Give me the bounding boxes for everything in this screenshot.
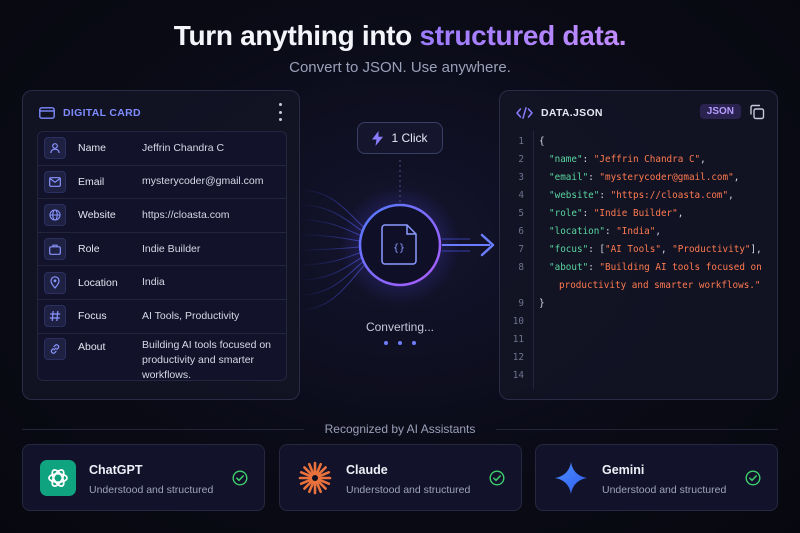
field-value: mysterycoder@gmail.com xyxy=(142,175,264,188)
gemini-logo-icon xyxy=(555,462,587,494)
field-label: Name xyxy=(78,142,107,155)
mail-icon xyxy=(44,170,66,193)
hero-title-plain: Turn anything into xyxy=(173,20,420,51)
line-number: 9 xyxy=(518,298,524,309)
code-text: "website": "https://cloasta.com", xyxy=(549,190,734,201)
line-number: 1 xyxy=(518,136,524,147)
field-row-website: Website https://cloasta.com xyxy=(38,199,286,233)
converting-status: Converting... xyxy=(365,320,435,334)
field-value: India xyxy=(142,276,165,289)
claude-logo-icon xyxy=(298,461,332,495)
line-number: 6 xyxy=(518,226,524,237)
code-text: "about": "Building AI tools focused on xyxy=(549,262,762,273)
assistant-desc: Understood and structured xyxy=(89,484,214,496)
link-icon xyxy=(44,337,66,360)
line-number: 5 xyxy=(518,208,524,219)
field-label: Email xyxy=(78,175,105,188)
code-text: "email": "mysterycoder@gmail.com", xyxy=(549,172,740,183)
line-number: 14 xyxy=(512,370,524,381)
json-key: "name" xyxy=(549,154,583,165)
code-text: } xyxy=(539,298,545,309)
recognized-heading: Recognized by AI Assistants xyxy=(324,422,476,436)
field-value: https://cloasta.com xyxy=(142,208,230,221)
hash-icon xyxy=(44,305,66,328)
code-text: "location": "India", xyxy=(549,226,661,237)
json-panel-title: DATA.JSON xyxy=(541,107,603,119)
globe-icon xyxy=(44,204,66,227)
field-value: Building AI tools focused on productivit… xyxy=(142,338,272,381)
copy-icon[interactable] xyxy=(749,104,765,120)
line-number: 7 xyxy=(518,244,524,255)
json-value: "Jeffrin Chandra C" xyxy=(593,154,701,165)
field-label: Role xyxy=(78,243,100,256)
chatgpt-logo-icon xyxy=(40,460,76,496)
loading-dots xyxy=(384,341,416,345)
check-circle-icon xyxy=(232,470,248,486)
field-label: About xyxy=(78,340,106,353)
code-text: productivity and smarter workflows." xyxy=(559,280,761,291)
user-icon xyxy=(44,137,66,160)
code-text: "name": "Jeffrin Chandra C", xyxy=(549,154,706,165)
code-text: "role": "Indie Builder", xyxy=(549,208,684,219)
line-number: 8 xyxy=(518,262,524,273)
field-row-about: About Building AI tools focused on produ… xyxy=(38,334,286,381)
field-row-location: Location India xyxy=(38,266,286,300)
line-number: 2 xyxy=(518,154,524,165)
check-circle-icon xyxy=(745,470,761,486)
json-panel-header: DATA.JSON xyxy=(516,105,603,121)
assistant-desc: Understood and structured xyxy=(602,484,727,496)
card-icon xyxy=(39,107,55,119)
hero-title: Turn anything into structured data. xyxy=(0,20,800,52)
field-row-name: Name Jeffrin Chandra C xyxy=(38,132,286,166)
line-number: 10 xyxy=(512,316,524,327)
field-row-focus: Focus AI Tools, Productivity xyxy=(38,300,286,334)
field-row-role: Role Indie Builder xyxy=(38,233,286,267)
code-text: { xyxy=(539,136,545,147)
field-value: Jeffrin Chandra C xyxy=(142,141,225,154)
field-label: Website xyxy=(78,209,116,222)
lightning-icon xyxy=(372,130,384,146)
field-value: Indie Builder xyxy=(142,242,201,255)
line-number: 12 xyxy=(512,352,524,363)
json-panel: DATA.JSON JSON 1 { 2 "name": "Jeffrin Ch… xyxy=(499,90,778,400)
line-number: 4 xyxy=(518,190,524,201)
svg-text:{}: {} xyxy=(393,243,405,254)
assistant-desc: Understood and structured xyxy=(346,484,471,496)
line-number: 11 xyxy=(512,334,524,345)
hero-subtitle: Convert to JSON. Use anywhere. xyxy=(289,59,511,76)
field-value: AI Tools, Productivity xyxy=(142,309,240,322)
line-number: 3 xyxy=(518,172,524,183)
more-options-icon[interactable] xyxy=(277,103,283,121)
json-code-area: 1 { 2 "name": "Jeffrin Chandra C", 3 "em… xyxy=(512,131,768,389)
field-label: Focus xyxy=(78,310,107,323)
code-text: "focus": ["AI Tools", "Productivity"], xyxy=(549,244,762,255)
assistant-name: ChatGPT xyxy=(89,463,143,477)
one-click-label: 1 Click xyxy=(391,131,428,145)
assistant-card-gemini[interactable]: Gemini Understood and structured xyxy=(535,444,778,511)
check-circle-icon xyxy=(489,470,505,486)
assistant-card-claude[interactable]: Claude Understood and structured xyxy=(279,444,522,511)
assistant-card-chatgpt[interactable]: ChatGPT Understood and structured xyxy=(22,444,265,511)
briefcase-icon xyxy=(44,238,66,261)
digital-card-panel: DIGITAL CARD Name Jeffrin Chandra C Emai… xyxy=(22,90,300,400)
json-badge: JSON xyxy=(699,104,741,119)
code-icon xyxy=(516,107,533,119)
field-row-email: Email mysterycoder@gmail.com xyxy=(38,166,286,200)
digital-card-title: DIGITAL CARD xyxy=(63,107,141,119)
card-fields: Name Jeffrin Chandra C Email mysterycode… xyxy=(37,131,287,381)
assistant-name: Claude xyxy=(346,463,388,477)
hero-title-accent: structured data. xyxy=(419,20,627,51)
location-pin-icon xyxy=(44,271,66,294)
assistant-name: Gemini xyxy=(602,463,645,477)
field-label: Location xyxy=(78,276,118,289)
digital-card-header: DIGITAL CARD xyxy=(39,105,141,121)
